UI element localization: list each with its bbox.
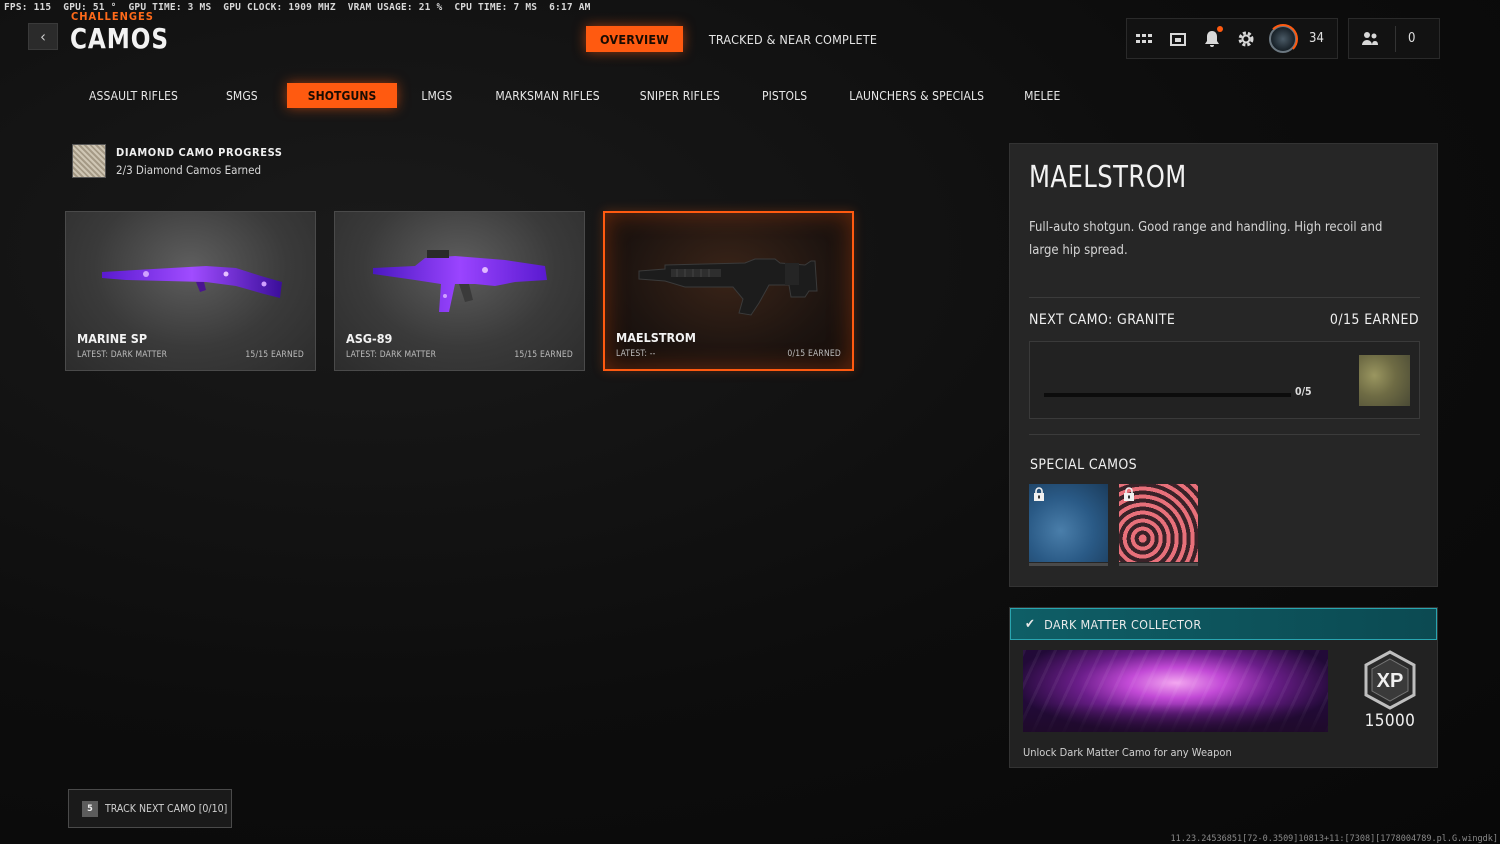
tab-overview[interactable]: OVERVIEW <box>586 26 683 52</box>
bell-icon <box>1205 30 1219 47</box>
tab-smgs[interactable]: SMGS <box>197 83 287 108</box>
divider <box>1029 297 1420 298</box>
special-camo-bar <box>1029 563 1108 566</box>
page-title: CAMOS <box>70 22 170 55</box>
track-next-camo-button[interactable]: 5 TRACK NEXT CAMO [0/10] <box>68 789 232 828</box>
diamond-camo-progress: DIAMOND CAMO PROGRESS 2/3 Diamond Camos … <box>72 144 283 178</box>
tab-sniper-rifles[interactable]: SNIPER RIFLES <box>619 83 741 108</box>
special-camo-1[interactable] <box>1029 484 1108 566</box>
perf-vram: VRAM USAGE: 21 % <box>347 2 443 13</box>
weapon-latest-camo: LATEST: DARK MATTER <box>77 350 168 360</box>
weapon-card-list: MARINE SP LATEST: DARK MATTER 15/15 EARN… <box>65 211 854 371</box>
special-camos-list <box>1029 484 1198 566</box>
perf-clock: 6:17 AM <box>549 2 591 13</box>
camo-progress-text: 0/5 <box>1295 386 1312 398</box>
top-tabs: OVERVIEW TRACKED & NEAR COMPLETE <box>586 26 891 52</box>
special-camo-2[interactable] <box>1119 484 1198 566</box>
shotgun-asg-89-icon <box>373 250 547 312</box>
perf-fps: FPS: 115 <box>4 2 52 13</box>
tab-tracked-near-complete[interactable]: TRACKED & NEAR COMPLETE <box>695 26 891 52</box>
diamond-progress-title: DIAMOND CAMO PROGRESS <box>116 145 283 159</box>
notifications-button[interactable] <box>1195 22 1229 56</box>
weapon-earned-count: 0/15 EARNED <box>787 349 841 359</box>
dark-matter-calling-card-image <box>1023 650 1328 732</box>
challenge-title: DARK MATTER COLLECTOR <box>1044 616 1202 632</box>
challenge-header: ✔ DARK MATTER COLLECTOR <box>1010 608 1437 640</box>
notification-dot <box>1217 25 1223 32</box>
weapon-earned-count: 15/15 EARNED <box>245 350 304 360</box>
social-group: 0 <box>1348 18 1440 59</box>
weapon-card-marine-sp[interactable]: MARINE SP LATEST: DARK MATTER 15/15 EARN… <box>65 211 316 371</box>
shotgun-maelstrom-icon <box>638 258 818 316</box>
weapon-name: MAELSTROM <box>616 330 696 345</box>
tab-launchers-specials[interactable]: LAUNCHERS & SPECIALS <box>828 83 1005 108</box>
breadcrumb: CHALLENGES <box>71 10 154 20</box>
shotgun-marine-sp-icon <box>102 266 282 298</box>
track-next-camo-label: TRACK NEXT CAMO [0/10] <box>105 802 228 815</box>
diamond-progress-subtitle: 2/3 Diamond Camos Earned <box>116 162 262 177</box>
keybind-chip: 5 <box>82 800 98 817</box>
tab-marksman-rifles[interactable]: MARKSMAN RIFLES <box>476 83 618 108</box>
tab-assault-rifles[interactable]: ASSAULT RIFLES <box>70 83 197 108</box>
weapon-description: Full-auto shotgun. Good range and handli… <box>1029 220 1383 258</box>
weapon-card-maelstrom[interactable]: MAELSTROM LATEST: -- 0/15 EARNED <box>603 211 854 371</box>
granite-camo-swatch <box>1359 355 1410 406</box>
player-level-badge-icon[interactable] <box>1268 23 1298 54</box>
special-camo-bar <box>1119 563 1198 566</box>
weapon-name: MARINE SP <box>77 331 148 346</box>
back-button[interactable]: ‹ <box>28 23 58 50</box>
tab-shotguns[interactable]: SHOTGUNS <box>286 83 398 108</box>
weapon-earned-count: 15/15 EARNED <box>514 350 573 360</box>
special-camos-label: SPECIAL CAMOS <box>1030 457 1138 473</box>
next-camo-earned: 0/15 EARNED <box>1329 312 1419 328</box>
divider <box>1029 434 1420 435</box>
lock-icon <box>1124 487 1134 501</box>
hud-separator <box>1395 25 1396 52</box>
dark-matter-challenge-card[interactable]: ✔ DARK MATTER COLLECTOR XP 15000 Unlock … <box>1009 607 1438 768</box>
tab-melee[interactable]: MELEE <box>1005 83 1079 108</box>
next-camo-label: NEXT CAMO: GRANITE <box>1029 312 1176 328</box>
player-level: 34 <box>1309 31 1324 46</box>
grid-menu-button[interactable] <box>1127 22 1161 56</box>
store-button[interactable] <box>1161 22 1195 56</box>
tab-lmgs[interactable]: LMGS <box>397 83 476 108</box>
settings-button[interactable] <box>1229 22 1263 56</box>
hud-toolbar: 34 <box>1126 18 1338 59</box>
weapon-name: ASG-89 <box>346 331 393 346</box>
friends-count: 0 <box>1408 31 1416 46</box>
diamond-camo-icon <box>72 144 106 178</box>
camo-progress-bar <box>1044 393 1291 397</box>
gear-icon <box>1238 31 1254 46</box>
store-icon <box>1170 32 1186 46</box>
grid-icon <box>1136 33 1152 43</box>
lock-icon <box>1034 487 1044 501</box>
challenge-description: Unlock Dark Matter Camo for any Weapon <box>1023 746 1232 759</box>
chevron-left-icon: ‹ <box>40 27 46 46</box>
checkmark-icon: ✔ <box>1025 616 1036 632</box>
weapon-detail-panel: MAELSTROM Full-auto shotgun. Good range … <box>1009 143 1438 587</box>
weapon-detail-title: MAELSTROM <box>1029 160 1187 195</box>
xp-icon: XP <box>1364 650 1416 710</box>
weapon-category-tabs: ASSAULT RIFLES SMGS SHOTGUNS LMGS MARKSM… <box>70 83 1079 108</box>
xp-reward-amount: 15000 <box>1364 711 1416 731</box>
tab-pistols[interactable]: PISTOLS <box>741 83 828 108</box>
friends-icon <box>1362 31 1378 45</box>
perf-cpu-time: CPU TIME: 7 MS <box>454 2 538 13</box>
weapon-latest-camo: LATEST: DARK MATTER <box>346 350 437 360</box>
build-version: 11.23.24536851[72-0.3509]10813+11:[7308]… <box>1170 834 1498 844</box>
weapon-latest-camo: LATEST: -- <box>616 349 656 359</box>
friends-button[interactable] <box>1353 22 1387 56</box>
next-camo-card[interactable]: 0/5 <box>1029 341 1420 419</box>
weapon-card-asg-89[interactable]: ASG-89 LATEST: DARK MATTER 15/15 EARNED <box>334 211 585 371</box>
svg-text:XP: XP <box>1377 670 1404 692</box>
perf-gpu-clock: GPU CLOCK: 1909 MHZ <box>223 2 336 13</box>
